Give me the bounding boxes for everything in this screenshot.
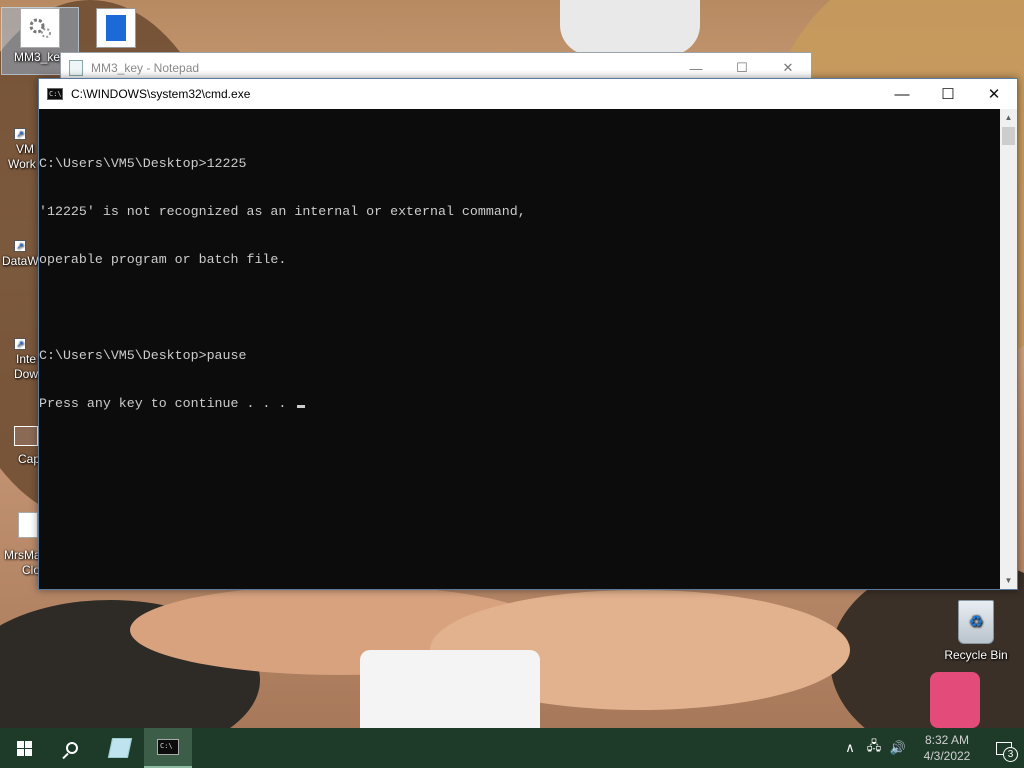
minimize-button[interactable]: — — [879, 79, 925, 109]
console-line: '12225' is not recognized as an internal… — [39, 204, 526, 219]
desktop-icon-vm-workstation[interactable]: ↗ VM Work — [0, 128, 40, 172]
notification-count-badge: 3 — [1003, 747, 1018, 762]
gear-file-icon — [18, 512, 38, 538]
wallpaper-shape — [930, 672, 980, 728]
desktop-icon-internet-download[interactable]: ↗ Inte Dow — [0, 338, 40, 382]
wallpaper-shape — [360, 650, 540, 728]
cmd-window[interactable]: C:\ C:\WINDOWS\system32\cmd.exe — ☐ ✕ C:… — [38, 78, 1018, 590]
clock[interactable]: 8:32 AM 4/3/2022 — [910, 732, 984, 764]
desktop-icon-label: Recycle Bin — [944, 648, 1008, 662]
maximize-button[interactable]: ☐ — [925, 79, 971, 109]
scroll-down-arrow-icon[interactable]: ▼ — [1000, 572, 1017, 589]
desktop-icon-label: Clo — [22, 563, 41, 577]
console-output[interactable]: C:\Users\VM5\Desktop>12225 '12225' is no… — [39, 109, 1000, 589]
clock-time: 8:32 AM — [924, 733, 970, 747]
action-center-button[interactable]: 3 — [984, 728, 1024, 768]
chevron-up-icon[interactable]: ∧ — [838, 740, 862, 756]
scrollbar-thumb[interactable] — [1002, 127, 1015, 145]
console-line-text: Press any key to continue . . . — [39, 396, 295, 411]
desktop-icon-capture[interactable]: Cap — [0, 426, 40, 467]
volume-icon[interactable]: 🔊 — [886, 740, 910, 756]
start-button[interactable] — [0, 728, 48, 768]
desktop-icon-label: DataW — [2, 254, 39, 268]
console-prompt-line: Press any key to continue . . . — [39, 396, 1000, 412]
recycle-bin-icon: ♻ — [958, 600, 994, 644]
desktop-icon-mrsmaclo[interactable]: MrsMa Clo — [0, 512, 41, 578]
desktop-icon-label: Cap — [18, 452, 41, 466]
search-icon — [66, 742, 78, 754]
vertical-scrollbar[interactable]: ▲ ▼ — [1000, 109, 1017, 589]
desktop-icon-document[interactable] — [78, 8, 154, 50]
notepad-icon — [69, 60, 83, 76]
console-line: C:\Users\VM5\Desktop>pause — [39, 348, 247, 363]
gear-file-icon — [20, 8, 60, 48]
system-tray: ∧ 🖧 🔊 8:32 AM 4/3/2022 3 — [838, 728, 1024, 768]
desktop-icon-label: Work — [8, 157, 36, 171]
window-title: MM3_key - Notepad — [91, 61, 200, 75]
desktop-icon-label: Dow — [14, 367, 39, 381]
taskbar-cmd[interactable]: C:\ — [144, 728, 192, 768]
scroll-up-arrow-icon[interactable]: ▲ — [1000, 109, 1017, 126]
close-button[interactable]: ✕ — [971, 79, 1017, 109]
clock-date: 4/3/2022 — [923, 749, 971, 763]
network-icon[interactable]: 🖧 — [862, 737, 886, 759]
desktop-icon-label: MrsMa — [4, 548, 41, 562]
cmd-app-icon: C:\ — [157, 739, 179, 755]
shortcut-arrow-icon: ↗ — [14, 338, 26, 350]
shortcut-arrow-icon: ↗ — [14, 240, 26, 252]
console-line: C:\Users\VM5\Desktop>12225 — [39, 156, 247, 171]
desktop-icon-label: VM — [16, 142, 34, 156]
capture-app-icon — [14, 426, 38, 446]
notepad-icon — [107, 738, 133, 758]
taskbar-notepad[interactable] — [96, 728, 144, 768]
text-cursor — [297, 405, 306, 408]
shortcut-arrow-icon: ↗ — [14, 128, 26, 140]
document-icon — [96, 8, 136, 48]
desktop-icon-datawarehouse[interactable]: ↗ DataW — [0, 240, 40, 269]
cmd-titlebar[interactable]: C:\ C:\WINDOWS\system32\cmd.exe — ☐ ✕ — [39, 79, 1017, 109]
desktop-icon-label: Inte — [16, 352, 37, 366]
windows-logo-icon — [16, 740, 32, 756]
window-title: C:\WINDOWS\system32\cmd.exe — [71, 87, 251, 101]
search-button[interactable] — [48, 728, 96, 768]
cmd-app-icon: C:\ — [47, 88, 63, 100]
desktop-icon-recycle-bin[interactable]: ♻ Recycle Bin — [940, 600, 1012, 662]
wallpaper-shape — [560, 0, 700, 55]
taskbar: C:\ ∧ 🖧 🔊 8:32 AM 4/3/2022 3 — [0, 728, 1024, 768]
console-line: operable program or batch file. — [39, 252, 287, 267]
